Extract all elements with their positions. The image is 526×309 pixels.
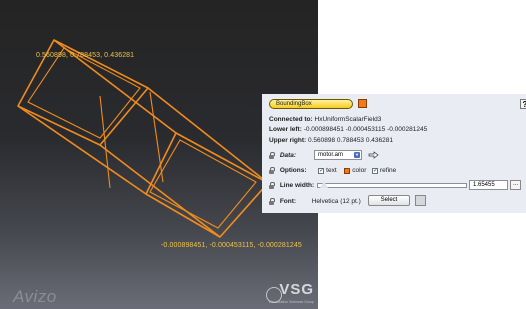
- box-inner-edge: [149, 91, 164, 183]
- lock-icon[interactable]: [269, 198, 275, 205]
- module-color-swatch[interactable]: [358, 99, 367, 108]
- line-width-input[interactable]: 1.65455: [469, 180, 508, 190]
- connect-arrow-icon[interactable]: [368, 151, 379, 159]
- lower-left-row: Lower left: -0.000898451 -0.000453115 -0…: [269, 126, 427, 133]
- connected-value: HxUniformScalarField3: [314, 116, 382, 123]
- font-label: Font:: [279, 198, 297, 206]
- box-edge: [17, 105, 147, 195]
- vsg-logo-text: VSG: [279, 281, 314, 298]
- data-select-value: motor.am: [318, 152, 344, 158]
- upper-right-coordinate-label: 0.560898, 0.788453, 0.436281: [36, 52, 135, 59]
- color-checkbox[interactable]: ✓: [344, 167, 350, 174]
- vsg-tagline: Visualization Sciences Group: [268, 300, 314, 304]
- avizo-logo: Avizo: [13, 287, 57, 306]
- line-width-slider[interactable]: [317, 181, 467, 189]
- refine-option-label: refine: [379, 167, 397, 175]
- lock-icon[interactable]: [269, 152, 275, 159]
- lower-left-label: Lower left:: [269, 126, 302, 133]
- chevron-down-icon[interactable]: ▼: [354, 152, 360, 158]
- font-row: Font: Helvetica (12 pt.): [269, 198, 361, 205]
- lock-icon[interactable]: [269, 167, 275, 174]
- module-button[interactable]: BoundingBox: [269, 99, 353, 109]
- color-option-label: color: [352, 167, 367, 175]
- slider-thumb[interactable]: [320, 181, 328, 188]
- upper-right-row: Upper right: 0.560898 0.788453 0.436281: [269, 137, 393, 144]
- line-width-label: Line width:: [279, 182, 315, 190]
- box-front-face: [145, 132, 269, 238]
- lock-icon[interactable]: [269, 182, 275, 189]
- line-width-more-button[interactable]: ...: [510, 180, 521, 190]
- box-edge: [147, 87, 269, 184]
- font-select-button[interactable]: Select: [368, 195, 410, 206]
- data-label: Data:: [279, 152, 297, 160]
- refine-checkbox[interactable]: ✓: [371, 167, 378, 174]
- connected-label: Connected to:: [269, 116, 313, 123]
- font-color-swatch[interactable]: [415, 195, 426, 206]
- slider-track[interactable]: [317, 183, 467, 188]
- options-label: Options:: [279, 167, 307, 175]
- line-width-row: Line width:: [269, 182, 314, 189]
- help-button[interactable]: ?: [520, 99, 526, 109]
- text-option-label: text: [326, 167, 337, 175]
- properties-panel: BoundingBox ? Connected to: HxUniformSca…: [262, 94, 526, 213]
- data-row: Data:: [269, 152, 296, 159]
- upper-right-label: Upper right:: [269, 137, 307, 144]
- vsg-logo: VSG Visualization Sciences Group: [266, 281, 314, 306]
- text-checkbox[interactable]: ✓: [318, 167, 324, 174]
- data-select[interactable]: motor.am ▼: [314, 150, 362, 160]
- connected-row: Connected to: HxUniformScalarField3: [269, 116, 381, 123]
- options-row: Options: ✓ text ✓ color ✓ refine: [269, 167, 396, 174]
- font-value: Helvetica (12 pt.): [311, 198, 361, 206]
- upper-right-value: 0.560898 0.788453 0.436281: [308, 137, 393, 144]
- lower-left-value: -0.000898451 -0.000453115 -0.000281245: [303, 126, 428, 133]
- lower-left-coordinate-label: -0.000898451, -0.000453115, -0.000281245: [161, 242, 302, 249]
